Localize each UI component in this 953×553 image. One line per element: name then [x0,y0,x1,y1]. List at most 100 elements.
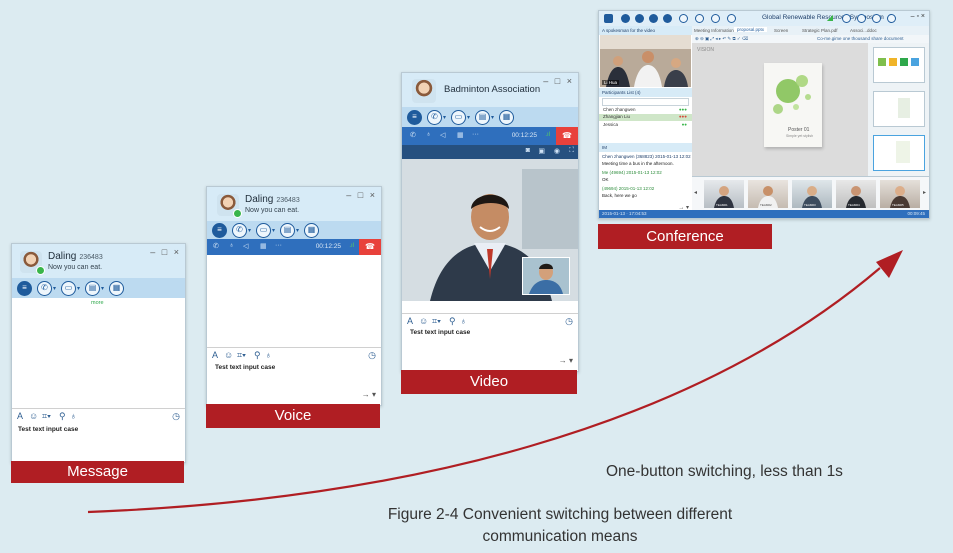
send-button[interactable]: → ▾ [362,390,376,399]
more-icon[interactable]: ··· [275,242,282,249]
attach-icon[interactable]: ⚲ [59,411,66,422]
window-controls[interactable]: – ▫ × [911,13,925,20]
mic-icon[interactable]: ♁ [426,131,431,138]
keypad-icon[interactable]: ▦ [260,242,267,250]
speaker-icon[interactable]: ◁ [243,242,248,250]
mute-icon[interactable]: ✆ [213,242,219,250]
share-button[interactable]: ▤ [475,109,491,125]
settings-button[interactable] [842,14,851,23]
screenshot-icon[interactable]: ⌗▾ [237,350,246,361]
participant-thumbnail[interactable]: TEAM04 [836,180,876,208]
history-clock-icon[interactable]: ◷ [368,350,376,361]
share-button[interactable]: ▤ [85,280,101,296]
chevron-down-icon[interactable]: ▾ [77,285,80,292]
message-input[interactable]: Test text input case [18,426,78,433]
font-icon[interactable]: A [17,411,23,421]
tab[interactable]: Screen [774,28,788,33]
strip-next-icon[interactable]: ▸ [923,189,926,196]
shared-slide[interactable]: VISION Poster 01 Simple yet stylish [692,43,868,176]
lock-button[interactable] [857,14,866,23]
tab-active[interactable]: proposal.pptx [734,27,768,32]
participant-thumbnail[interactable]: TEAM01 [704,180,744,208]
member-button[interactable] [695,14,704,23]
participant-search[interactable] [602,98,689,106]
participant-thumbnail[interactable]: TEAM02 [748,180,788,208]
self-preview-video[interactable] [522,257,570,295]
call-button[interactable] [635,14,644,23]
more-link[interactable]: more [91,300,104,306]
slide-thumbnail[interactable] [873,91,925,127]
hang-up-button[interactable]: ☎ [359,239,381,255]
chevron-down-icon[interactable]: ▾ [443,114,446,121]
call-button[interactable]: ✆ [37,280,52,296]
mic-icon[interactable]: ♁ [460,316,467,326]
participant-thumbnail[interactable]: TEAM03 [792,180,832,208]
chevron-down-icon[interactable]: ▾ [491,114,494,121]
chat-button[interactable]: ≡ [212,222,227,238]
share-button[interactable] [663,14,672,23]
attach-icon[interactable]: ⚲ [449,316,456,327]
tab[interactable]: Meeting Information [694,28,734,33]
chevron-down-icon[interactable]: ▾ [53,285,56,292]
share-button[interactable]: ▤ [280,222,296,238]
slide-thumbnail[interactable] [873,47,925,83]
speaker-video[interactable]: Li Hua [600,35,691,87]
help-button[interactable] [727,14,736,23]
speaker-icon[interactable]: ◁ [440,131,445,139]
file-button[interactable]: ▦ [499,109,515,125]
window-controls[interactable]: – □ × [346,190,377,200]
font-icon[interactable]: A [407,316,413,326]
emoji-icon[interactable]: ☺ [224,350,233,360]
participant-row[interactable]: Zhangjian Liu ●●● [599,114,692,121]
call-button[interactable]: ✆ [427,109,442,125]
chevron-down-icon[interactable]: ▾ [101,285,104,292]
message-input[interactable]: Test text input case [215,364,275,371]
attach-icon[interactable]: ⚲ [254,350,261,361]
chevron-down-icon[interactable]: ▾ [467,114,470,121]
strip-prev-icon[interactable]: ◂ [694,189,697,196]
chat-button[interactable]: ≡ [407,109,422,125]
participant-row[interactable]: Jessica ●● [603,122,690,127]
file-button[interactable]: ▦ [304,222,320,238]
chevron-down-icon[interactable]: ▾ [272,227,275,234]
layout-button[interactable] [872,14,881,23]
video-button[interactable]: ▭ [61,280,77,296]
hang-up-button[interactable]: ☎ [556,127,578,145]
mic-icon[interactable]: ♁ [70,411,77,421]
mic-icon[interactable]: ♁ [265,350,272,360]
minus-button[interactable] [679,14,688,23]
record-icon[interactable]: ◉ [554,147,560,155]
mic-icon[interactable]: ♁ [229,242,234,249]
screenshot-icon[interactable]: ⌗▾ [42,411,51,422]
chat-button[interactable] [621,14,630,23]
chevron-down-icon[interactable]: ▾ [296,227,299,234]
mute-icon[interactable]: ✆ [410,131,416,139]
toolbar-icons[interactable]: ⊕ ⊖ ▣ ⤢ ◂ ▸ ↶ ✎ ⧉ ✓ ⌫ [695,36,748,42]
participant-thumbnail[interactable]: TEAM05 [880,180,920,208]
fullscreen-icon[interactable]: ⛶ [569,147,574,155]
chevron-down-icon[interactable]: ▾ [248,227,251,234]
exit-button[interactable] [887,14,896,23]
video-button[interactable]: ▭ [256,222,272,238]
history-clock-icon[interactable]: ◷ [172,411,180,422]
window-controls[interactable]: – □ × [543,76,574,86]
group-avatar[interactable] [412,79,436,103]
font-icon[interactable]: A [212,350,218,360]
screenshot-icon[interactable]: ⌗▾ [432,316,441,327]
participant-row[interactable]: Chen zhangwen ●●● [603,107,690,112]
window-controls[interactable]: – □ × [150,247,181,257]
call-button[interactable]: ✆ [232,222,247,238]
emoji-icon[interactable]: ☺ [29,411,38,421]
tab[interactable]: Strategic Plan.pdf [802,28,838,33]
video-button[interactable]: ▭ [451,109,467,125]
send-button[interactable]: → ▾ [559,356,573,365]
keypad-icon[interactable]: ▦ [457,131,464,139]
slide-thumbnail-active[interactable] [873,135,925,171]
tab[interactable]: Associ...ddoc [850,28,877,33]
layout-icon[interactable]: ▣ [538,147,545,155]
history-clock-icon[interactable]: ◷ [565,316,573,327]
main-video[interactable] [402,159,578,301]
record-button[interactable] [711,14,720,23]
emoji-icon[interactable]: ☺ [419,316,428,326]
file-button[interactable]: ▦ [109,280,125,296]
